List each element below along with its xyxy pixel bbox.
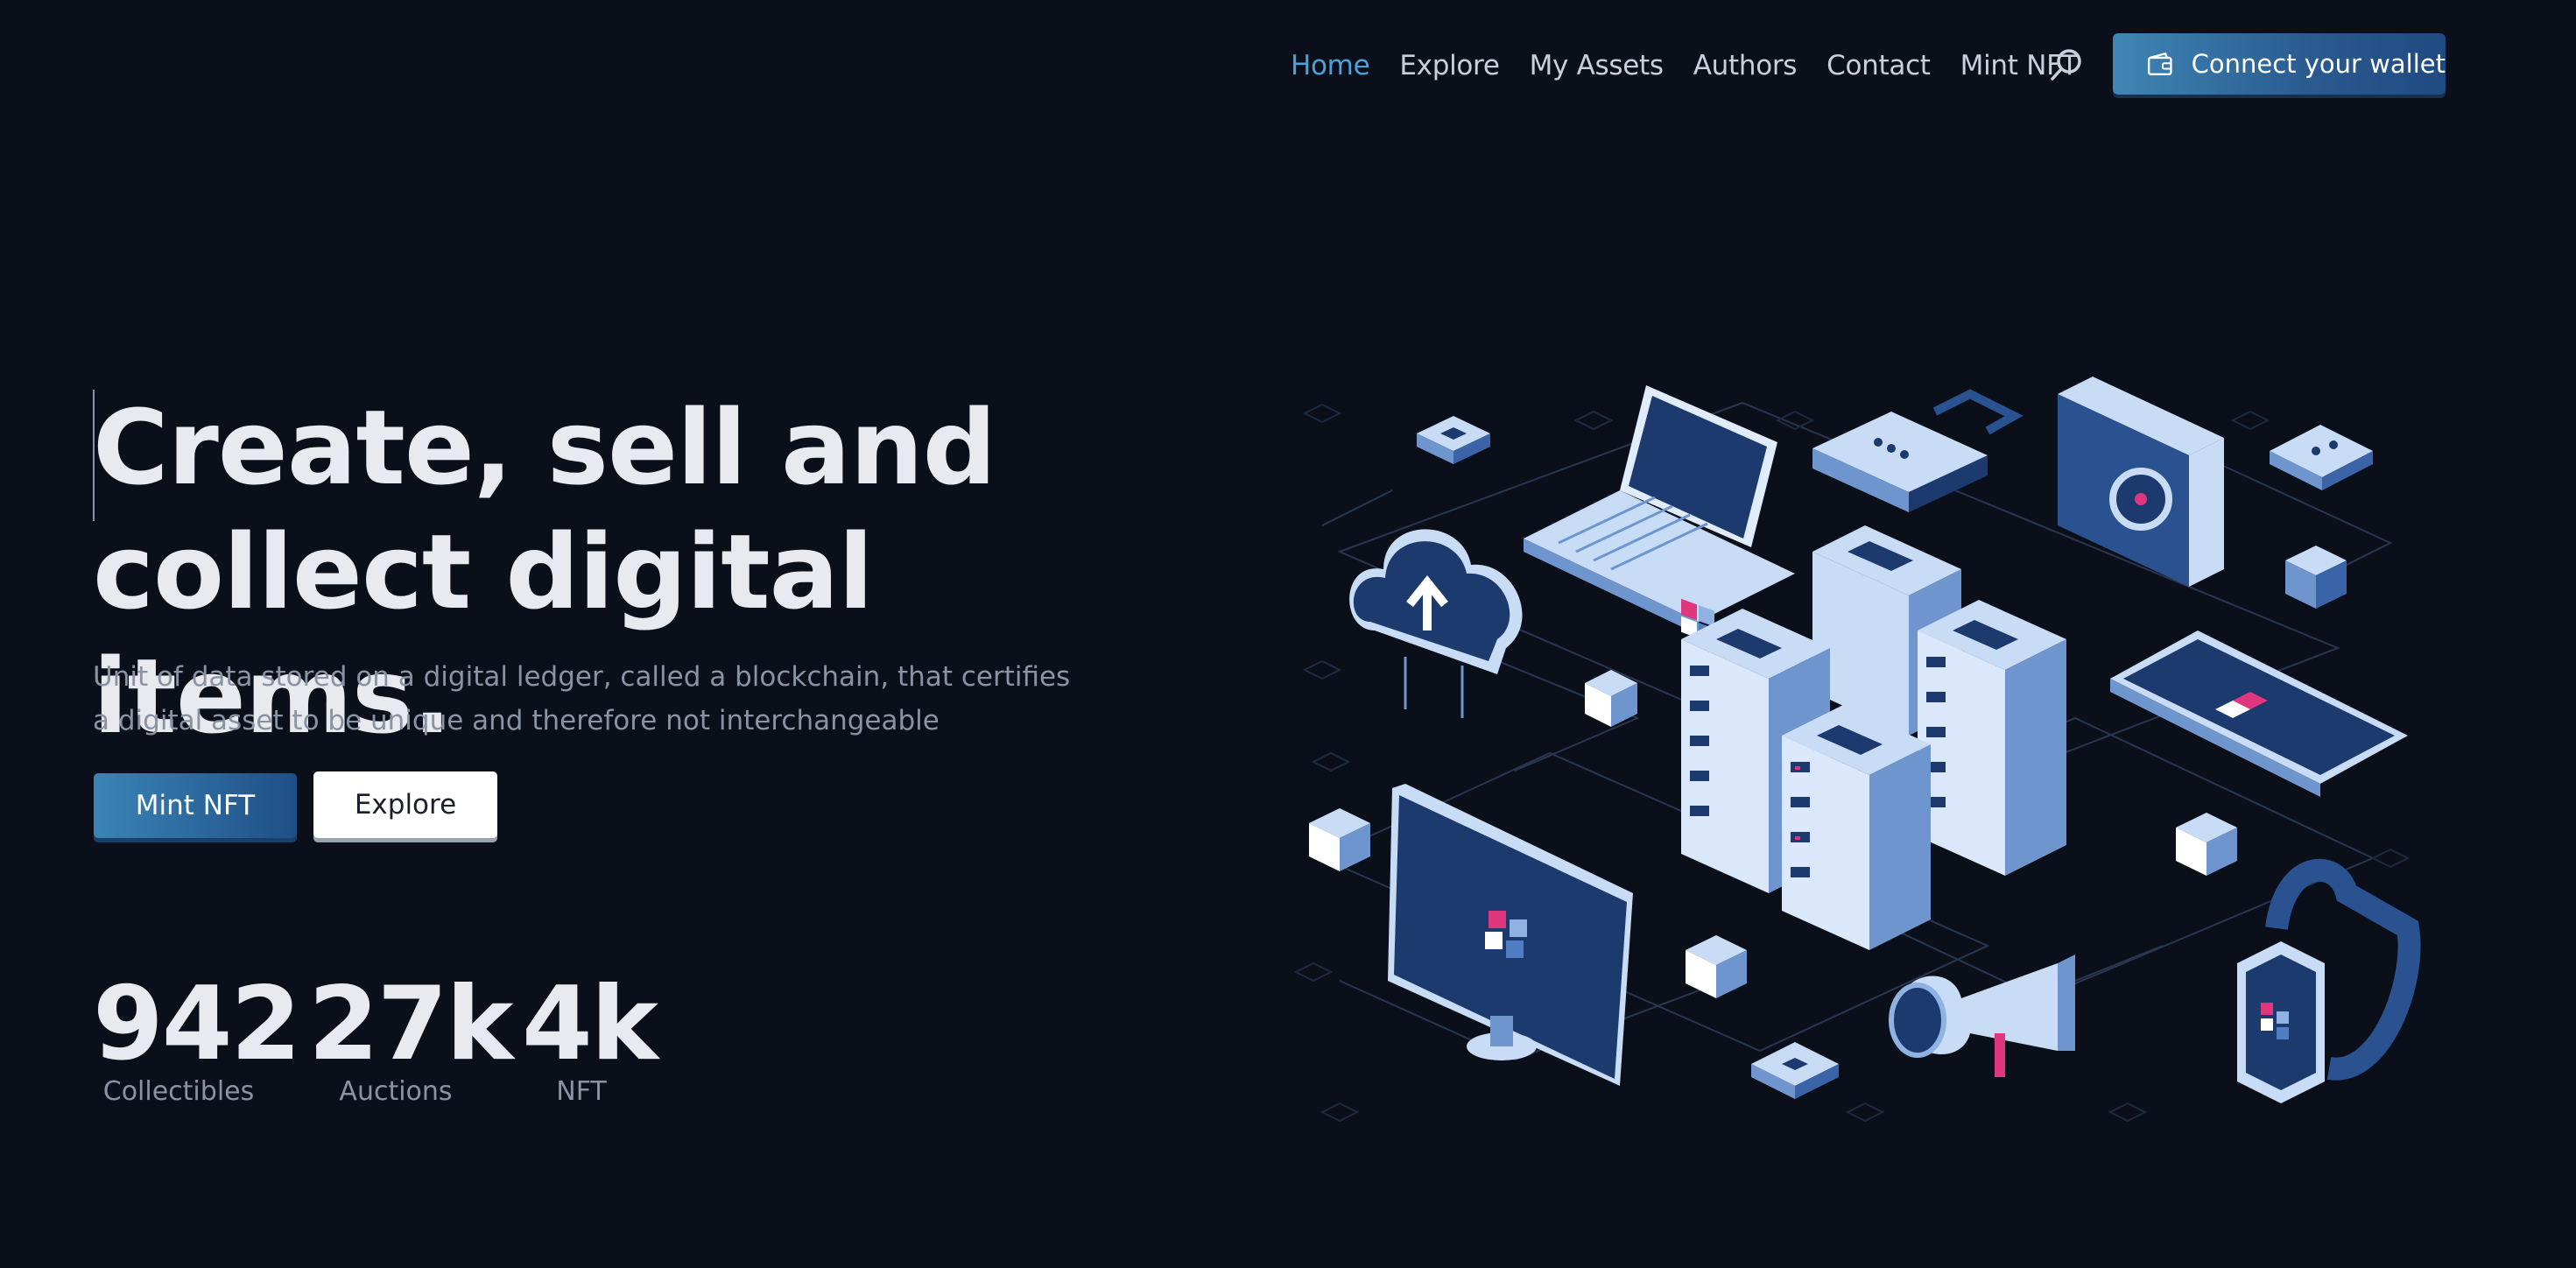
search-icon[interactable]: [2047, 46, 2086, 84]
cloud-upload-icon: [1349, 529, 1523, 718]
megaphone-icon: [1889, 955, 2075, 1077]
mint-nft-button[interactable]: Mint NFT: [94, 773, 297, 838]
server-rack-icon: [1918, 600, 2066, 876]
monitor-icon: [1388, 784, 1633, 1086]
blockchain-illustration: [1293, 377, 2421, 1123]
chip-icon: [2270, 425, 2373, 490]
stat-value: 942: [93, 965, 301, 1083]
padlock-icon: [1812, 389, 2023, 512]
nav-link-home[interactable]: Home: [1291, 50, 1370, 81]
top-nav: Home Explore My Assets Authors Contact M…: [0, 33, 2576, 98]
wallet-icon: [2147, 52, 2172, 76]
nav-link-explore[interactable]: Explore: [1399, 50, 1500, 81]
stat-auctions: 27k Auctions: [308, 965, 514, 1108]
cube-icon: [1309, 808, 1370, 871]
stat-value: 4k: [522, 965, 658, 1083]
nav-link-authors[interactable]: Authors: [1693, 50, 1798, 81]
cube-icon: [2176, 813, 2237, 876]
chip-icon: [1417, 416, 1490, 464]
connect-wallet-label: Connect your wallet: [2191, 49, 2446, 79]
server-rack-icon: [1782, 705, 1931, 950]
stat-label: Collectibles: [102, 1076, 255, 1107]
nav-links: Home Explore My Assets Authors Contact M…: [1291, 33, 2108, 98]
laptop-icon: [1524, 385, 1795, 645]
stat-collectibles: 942 Collectibles: [93, 965, 301, 1108]
stat-nft: 4k NFT: [522, 965, 658, 1108]
cube-icon: [1686, 935, 1747, 998]
cube-icon: [1585, 670, 1637, 727]
connect-wallet-button[interactable]: Connect your wallet: [2113, 33, 2446, 95]
cube-icon: [2285, 546, 2347, 609]
explore-button[interactable]: Explore: [313, 771, 497, 838]
stat-value: 27k: [308, 965, 514, 1083]
hero-subtitle: Unit of data stored on a digital ledger,…: [93, 661, 1071, 736]
chip-icon: [1751, 1042, 1839, 1099]
nav-link-contact[interactable]: Contact: [1826, 50, 1931, 81]
hero-title-line-1: Create, sell and: [93, 387, 996, 508]
smartphone-icon: [2110, 630, 2408, 797]
nav-link-my-assets[interactable]: My Assets: [1530, 50, 1664, 81]
camera-icon: [2058, 377, 2224, 587]
